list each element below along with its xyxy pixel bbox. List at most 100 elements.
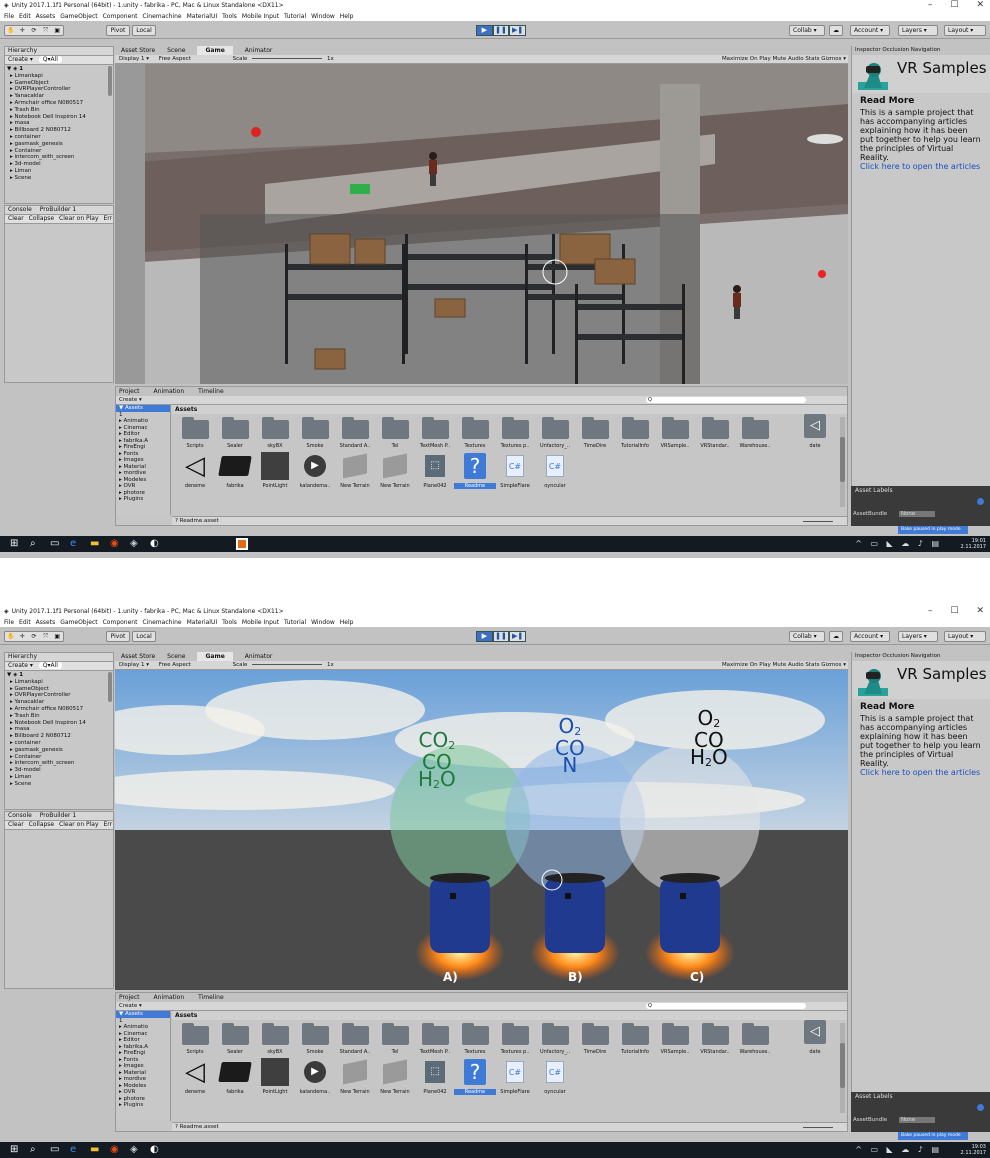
tab-game[interactable]: Game <box>197 652 233 661</box>
articles-link[interactable]: Click here to open the articles in yo <box>860 162 982 171</box>
error-pause-button[interactable]: Err <box>103 215 112 222</box>
asset-item[interactable]: ? <box>459 451 491 481</box>
inspector-tabs[interactable]: Inspector Occlusion Navigation <box>852 652 990 661</box>
date-asset-icon[interactable]: ◁ <box>799 1017 831 1047</box>
folder-icon[interactable] <box>539 417 571 440</box>
unity-taskbar-icon[interactable]: ◈ <box>130 539 140 549</box>
tab-animator[interactable]: Animator <box>245 652 273 661</box>
folder-icon[interactable] <box>379 417 411 440</box>
tab-scene[interactable]: Scene <box>167 652 185 661</box>
hierarchy-item[interactable]: ▸ masa <box>5 726 107 733</box>
assets-breadcrumb[interactable]: Assets <box>172 405 847 414</box>
menu-file[interactable]: File <box>4 619 14 626</box>
menu-materialui[interactable]: MaterialUI <box>187 13 218 20</box>
maximize-button[interactable]: ☐ <box>950 0 958 11</box>
hierarchy-item[interactable]: ▸ OVRPlayerController <box>5 692 107 699</box>
menu-tutorial[interactable]: Tutorial <box>284 13 306 20</box>
asset-item[interactable]: ? <box>459 1057 491 1087</box>
hierarchy-search-input[interactable]: Q▾All <box>38 662 62 669</box>
folder-icon[interactable] <box>179 417 211 440</box>
hierarchy-item[interactable]: ▸ Notebook Dell Inspiron 14 <box>5 114 107 121</box>
task-view-icon[interactable]: ▭ <box>50 539 60 549</box>
menu-component[interactable]: Component <box>103 13 138 20</box>
clear-button[interactable]: Clear <box>8 215 24 222</box>
rect-tool-icon[interactable]: ▣ <box>51 27 63 34</box>
folder-icon[interactable] <box>339 1023 371 1046</box>
project-create-button[interactable]: Create ▾ <box>119 1003 142 1009</box>
error-pause-button[interactable]: Err <box>103 821 112 828</box>
clear-button[interactable]: Clear <box>8 821 24 828</box>
asset-grid-scrollbar[interactable] <box>840 417 845 507</box>
assetbundle-dropdown[interactable]: None <box>898 511 936 517</box>
hierarchy-item[interactable]: ▸ Scene <box>5 781 107 788</box>
tab-animation[interactable]: Animation <box>154 387 185 396</box>
asset-item[interactable] <box>259 1057 291 1087</box>
hierarchy-item[interactable]: ▸ gasmask_genesis <box>5 141 107 148</box>
assets-breadcrumb[interactable]: Assets <box>172 1011 847 1020</box>
date-asset-icon[interactable]: ◁ <box>799 411 831 441</box>
folder-icon[interactable] <box>299 417 331 440</box>
hierarchy-item[interactable]: ▸ OVRPlayerController <box>5 86 107 93</box>
asset-item[interactable] <box>259 451 291 481</box>
pivot-toggle[interactable]: Pivot <box>106 25 130 36</box>
game-view-options[interactable]: Maximize On Play Mute Audio Stats Gizmos… <box>722 55 846 64</box>
step-button[interactable]: ▶❚ <box>509 25 527 36</box>
folder-tree-item[interactable]: ▸ Plugins <box>116 496 170 503</box>
asset-item[interactable] <box>218 1057 252 1087</box>
hierarchy-item[interactable]: ▸ Liman <box>5 168 107 175</box>
layers-dropdown[interactable]: Layers ▾ <box>898 25 938 36</box>
console-tab[interactable]: Console <box>8 206 32 213</box>
windows-start-icon[interactable]: ⊞ <box>10 539 20 549</box>
tab-animation[interactable]: Animation <box>154 993 185 1002</box>
asset-item[interactable] <box>339 1057 371 1087</box>
taskbar-clock[interactable]: 19:01 2.11.2017 <box>961 538 986 550</box>
hierarchy-item[interactable]: ▸ container <box>5 134 107 141</box>
rotate-tool-icon[interactable]: ⟳ <box>28 633 40 640</box>
display-dropdown[interactable]: Display 1 ▾ <box>119 56 149 62</box>
folder-icon[interactable] <box>419 1023 451 1046</box>
hand-tool-icon[interactable]: ✋ <box>5 27 17 34</box>
tab-asset-store[interactable]: Asset Store <box>121 652 155 661</box>
tab-scene[interactable]: Scene <box>167 46 185 55</box>
menu-tools[interactable]: Tools <box>222 13 237 20</box>
unity-taskbar-icon[interactable]: ◈ <box>130 1145 140 1155</box>
menu-cinemachine[interactable]: Cinemachine <box>142 619 181 626</box>
folder-icon[interactable] <box>579 417 611 440</box>
rect-tool-icon[interactable]: ▣ <box>51 633 63 640</box>
asset-item[interactable] <box>218 451 252 481</box>
minimize-button[interactable]: – <box>928 606 933 617</box>
asset-grid-scrollbar[interactable] <box>840 1023 845 1113</box>
tab-project[interactable]: Project <box>119 387 140 396</box>
folder-icon[interactable] <box>419 417 451 440</box>
search-icon[interactable]: Q <box>648 1002 652 1011</box>
edge-icon[interactable]: e <box>70 539 80 549</box>
asset-item[interactable]: ▶ <box>299 1057 331 1087</box>
collapse-button[interactable]: Collapse <box>29 821 55 828</box>
taskbar-clock[interactable]: 19:03 2.11.2017 <box>961 1144 986 1156</box>
menu-cinemachine[interactable]: Cinemachine <box>142 13 181 20</box>
scale-slider[interactable] <box>252 58 323 59</box>
scene-root[interactable]: ▼ ◈ 1 <box>5 672 107 679</box>
tab-asset-store[interactable]: Asset Store <box>121 46 155 55</box>
hand-tool-icon[interactable]: ✋ <box>5 633 17 640</box>
asset-item[interactable]: ⬚ <box>419 1057 451 1087</box>
hierarchy-item[interactable]: ▸ Scene <box>5 175 107 182</box>
play-button[interactable]: ▶ <box>476 25 493 36</box>
hierarchy-item[interactable]: ▸ Limankapi <box>5 73 107 80</box>
folder-icon[interactable] <box>619 417 651 440</box>
hierarchy-tab[interactable]: Hierarchy <box>5 47 113 56</box>
folder-tree-item[interactable]: ▸ Plugins <box>116 1102 170 1109</box>
hierarchy-item[interactable]: ▸ masa <box>5 120 107 127</box>
edge-icon[interactable]: e <box>70 1145 80 1155</box>
folder-icon[interactable] <box>379 1023 411 1046</box>
hierarchy-item[interactable]: ▸ intercom_with_screen <box>5 760 107 767</box>
hierarchy-item[interactable]: ▸ 3d-model <box>5 161 107 168</box>
menu-mobile-input[interactable]: Mobile Input <box>242 619 279 626</box>
hierarchy-item[interactable]: ▸ intercom_with_screen <box>5 154 107 161</box>
folder-icon[interactable] <box>179 1023 211 1046</box>
folder-icon[interactable] <box>459 417 491 440</box>
hierarchy-item[interactable]: ▸ 3d-model <box>5 767 107 774</box>
icon-size-slider[interactable] <box>803 1127 833 1128</box>
asset-item[interactable] <box>379 451 411 481</box>
folder-icon[interactable] <box>339 417 371 440</box>
